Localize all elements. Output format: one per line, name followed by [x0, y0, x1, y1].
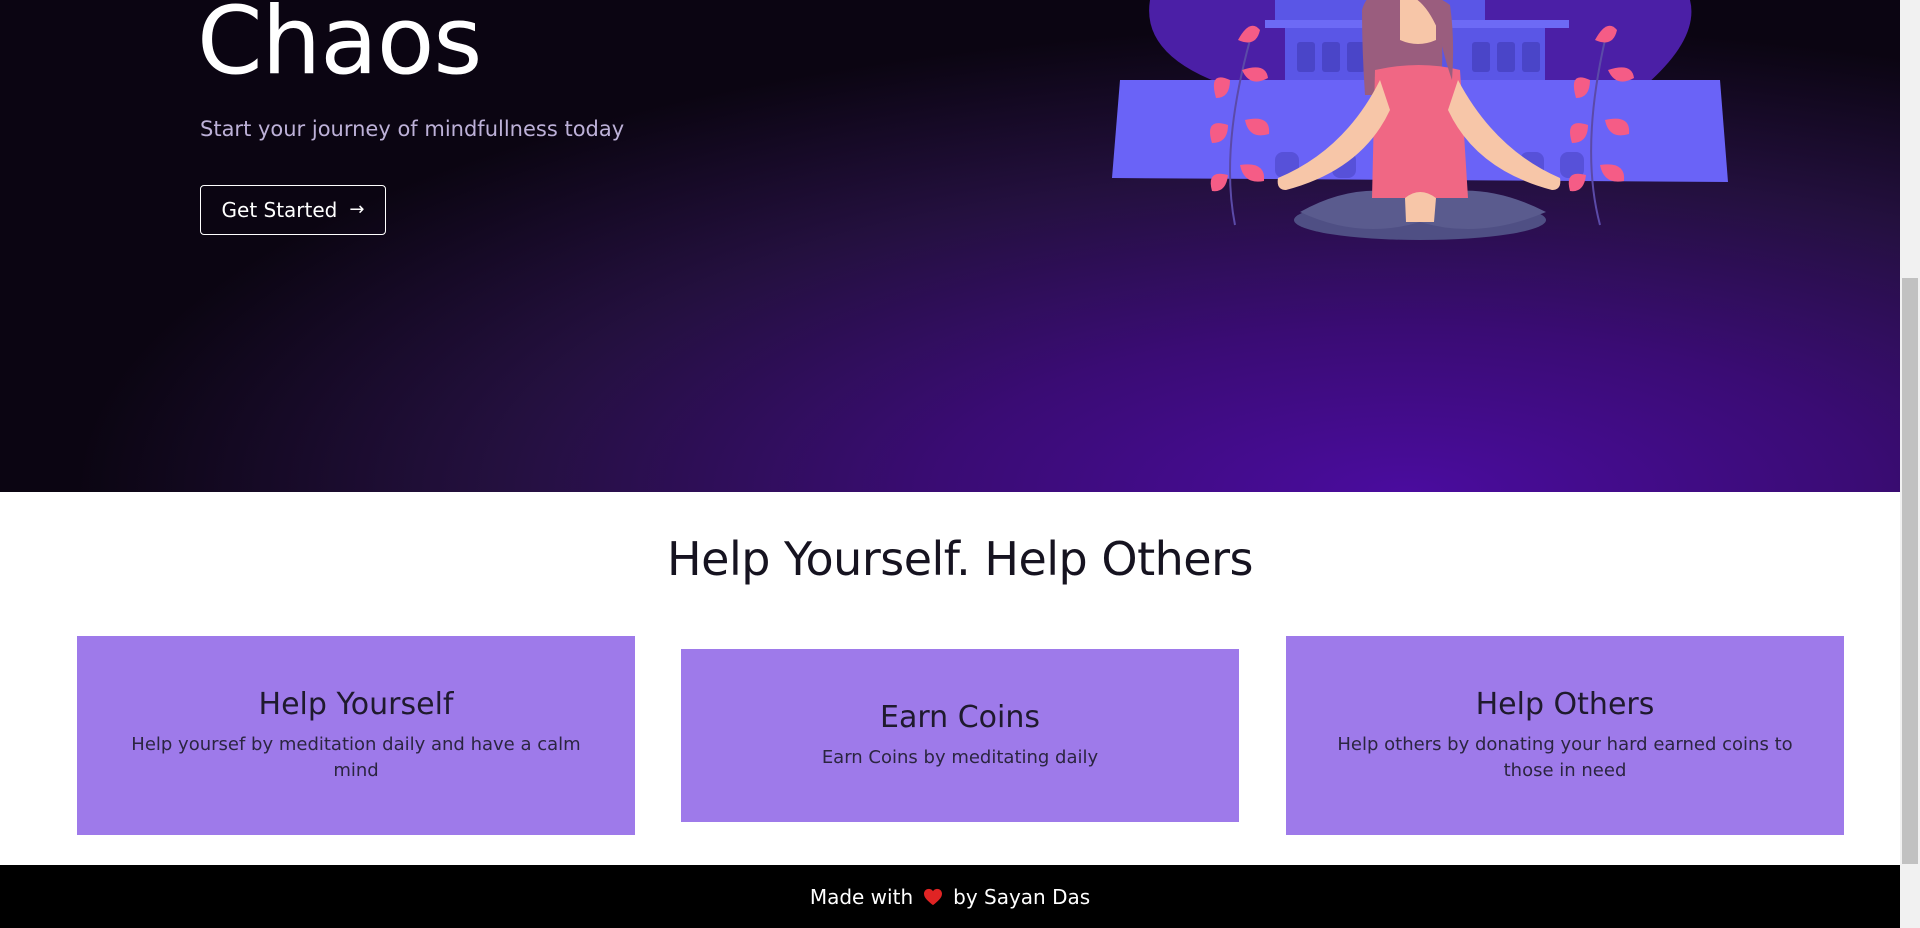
- get-started-button[interactable]: Get Started →: [200, 185, 386, 235]
- hero-subtitle: Start your journey of mindfullness today: [200, 117, 625, 141]
- feature-card-help-yourself: Help Yourself Help yoursef by meditation…: [77, 636, 635, 835]
- meditating-woman-illustration: [1112, 0, 1728, 240]
- hero-section: Chaos Start your journey of mindfullness…: [0, 0, 1900, 492]
- card-title: Help Others: [1475, 686, 1655, 722]
- heart-icon: [924, 888, 943, 905]
- card-text: Help others by donating your hard earned…: [1337, 733, 1793, 781]
- card-text: Earn Coins by meditating daily: [821, 746, 1099, 768]
- card-text: Help yoursef by meditation daily and hav…: [131, 733, 581, 781]
- hero-title: Chaos: [197, 0, 482, 96]
- footer-suffix: by Sayan Das: [953, 884, 1091, 909]
- features-section: Help Yourself. Help Others Help Yourself…: [0, 492, 1900, 865]
- card-title: Earn Coins: [880, 699, 1040, 735]
- page: Chaos Start your journey of mindfullness…: [0, 0, 1920, 928]
- features-heading: Help Yourself. Help Others: [667, 532, 1253, 586]
- get-started-label: Get Started: [221, 198, 338, 222]
- card-title: Help Yourself: [258, 686, 454, 722]
- footer: Made with by Sayan Das: [0, 865, 1900, 928]
- feature-card-earn-coins: Earn Coins Earn Coins by meditating dail…: [681, 649, 1239, 822]
- feature-card-help-others: Help Others Help others by donating your…: [1286, 636, 1844, 835]
- arrow-right-icon: →: [349, 199, 365, 220]
- scrollbar-thumb[interactable]: [1902, 278, 1918, 864]
- footer-prefix: Made with: [809, 884, 914, 909]
